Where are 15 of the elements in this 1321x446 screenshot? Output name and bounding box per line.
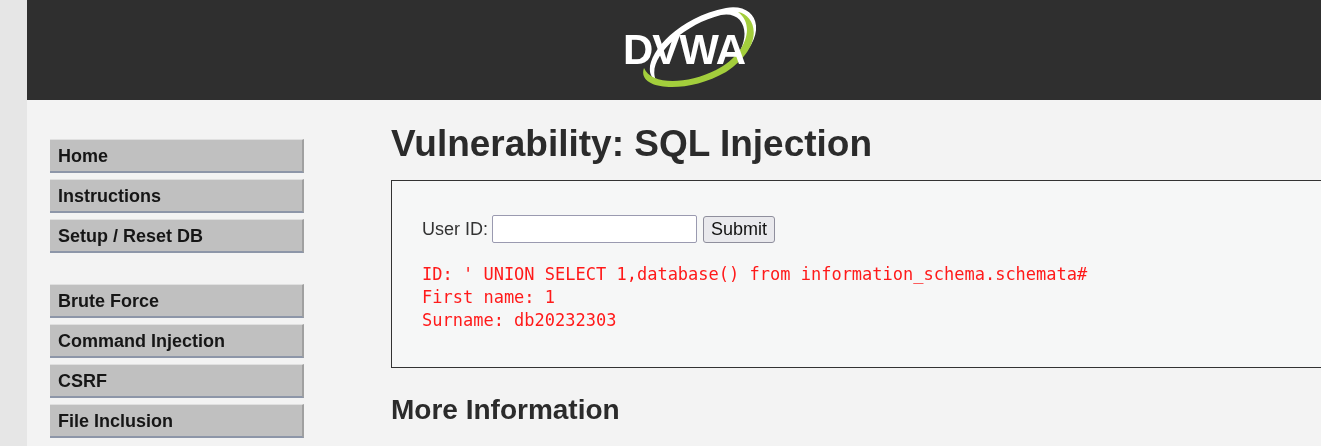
menu-item[interactable]: Home [50,139,304,173]
menu-item[interactable]: File Inclusion [50,404,304,438]
result-line: Surname: db20232303 [422,309,618,332]
result-line: ID: ' UNION SELECT 1,database() from information_schema.schemata# [422,263,1089,286]
page-title: Vulnerability: SQL Injection [391,122,874,166]
menu-item[interactable]: CSRF [50,364,304,398]
input-field[interactable] [492,215,697,243]
submit-button[interactable]: Submit [703,215,776,243]
result-line: First name: 1 [422,286,557,309]
menu-item[interactable]: Command Injection [50,324,304,358]
menu-item[interactable]: Setup / Reset DB [50,219,304,253]
menu-item[interactable]: Brute Force [50,284,304,318]
menu-item[interactable]: Instructions [50,179,304,213]
section-title: More Information [391,394,621,426]
field-label: User ID: [422,218,488,240]
